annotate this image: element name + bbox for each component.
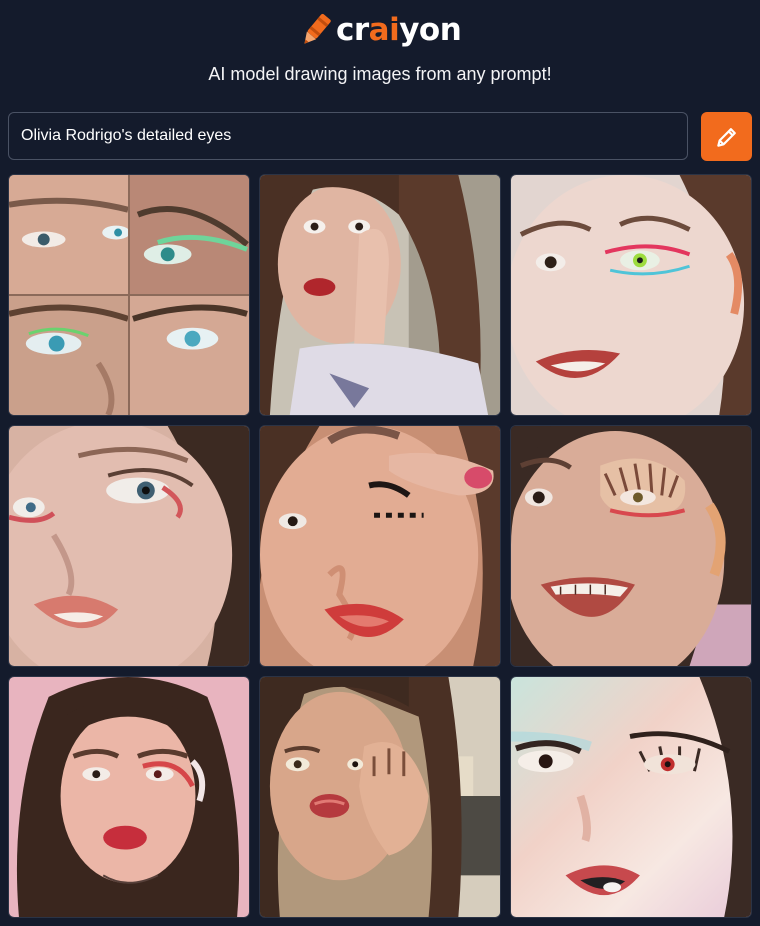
- generated-image-8[interactable]: [259, 676, 501, 918]
- pencil-icon: [716, 127, 736, 147]
- prompt-input[interactable]: [9, 113, 687, 159]
- craiyon-logo[interactable]: craiyon: [298, 10, 462, 50]
- image-distorted-face: [260, 426, 500, 666]
- generated-image-1[interactable]: [8, 174, 250, 416]
- craiyon-page: craiyon AI model drawing images from any…: [0, 0, 760, 926]
- image-collage-eyes: [9, 175, 249, 415]
- tagline: AI model drawing images from any prompt!: [208, 64, 552, 84]
- generated-image-6[interactable]: [510, 425, 752, 667]
- image-girl-hand-face: [260, 175, 500, 415]
- image-smiling-face: [511, 426, 751, 666]
- generated-image-9[interactable]: [510, 676, 752, 918]
- prompt-field[interactable]: [8, 112, 688, 160]
- image-colorful-face: [511, 677, 751, 917]
- draw-button[interactable]: [701, 112, 752, 161]
- generated-image-2[interactable]: [259, 174, 501, 416]
- generated-image-4[interactable]: [8, 425, 250, 667]
- generated-image-3[interactable]: [510, 174, 752, 416]
- crayon-logo-icon: [304, 13, 331, 44]
- logo-wordmark: craiyon: [336, 12, 462, 48]
- header: craiyon AI model drawing images from any…: [0, 0, 760, 105]
- image-girl-hand-eye: [260, 677, 500, 917]
- image-face-pink-makeup: [511, 175, 751, 415]
- results-grid: [8, 174, 752, 918]
- image-face-blue-eyes: [9, 426, 249, 666]
- generated-image-5[interactable]: [259, 425, 501, 667]
- generated-image-7[interactable]: [8, 676, 250, 918]
- image-girl-pink-background: [9, 677, 249, 917]
